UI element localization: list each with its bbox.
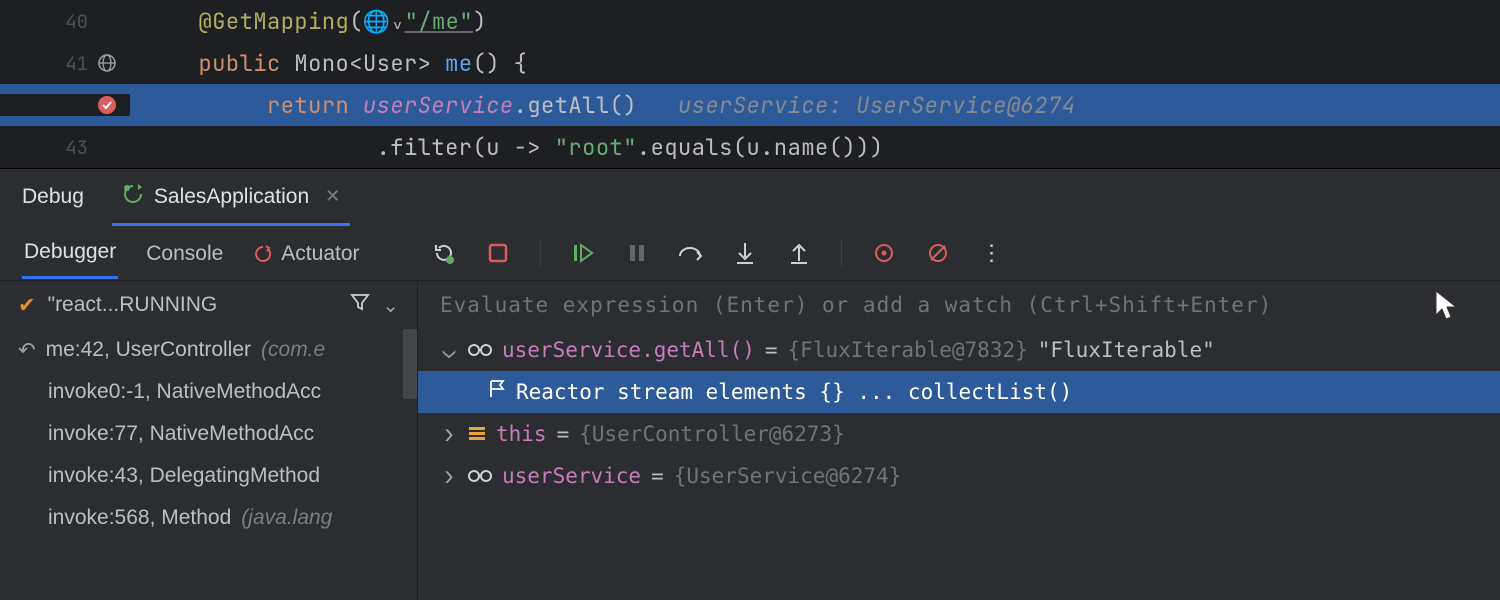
close-icon[interactable]: ✕ [325, 186, 340, 207]
step-out-icon[interactable] [785, 239, 813, 267]
run-config-tab[interactable]: SalesApplication ✕ [112, 169, 350, 226]
line-number: 40 [48, 9, 88, 34]
view-breakpoints-icon[interactable] [870, 239, 898, 267]
line-number: 41 [48, 51, 88, 76]
stack-frame[interactable]: invoke:568, Method (java.lang [0, 497, 417, 539]
more-icon[interactable]: ⋮ [978, 239, 1006, 267]
thread-label: "react...RUNNING [48, 293, 339, 317]
expand-icon[interactable] [440, 461, 458, 492]
mouse-cursor-icon [1428, 287, 1464, 334]
code-text: .filter(u -> "root".equals(u.name())) [130, 133, 1500, 162]
filter-icon[interactable] [350, 292, 370, 318]
code-text: @GetMapping(🌐ᵥ"/me") [130, 7, 1500, 36]
mute-breakpoints-icon[interactable] [924, 239, 952, 267]
pause-icon[interactable] [623, 239, 651, 267]
code-text: public Mono<User> me() { [130, 49, 1500, 78]
code-text: return userService.getAll() userService:… [130, 91, 1500, 120]
gutter: 43 [0, 135, 130, 160]
breakpoint-icon[interactable] [96, 94, 118, 116]
resume-icon[interactable] [569, 239, 597, 267]
code-line-42-current[interactable]: return userService.getAll() userService:… [0, 84, 1500, 126]
variable-row[interactable]: this = {UserController@6273} [418, 413, 1500, 455]
code-line-41[interactable]: 41 public Mono<User> me() { [0, 42, 1500, 84]
expand-icon[interactable] [440, 336, 458, 365]
stack-frame[interactable]: invoke:43, DelegatingMethod [0, 455, 417, 497]
debug-body: ✔ "react...RUNNING ⌄ ↶ me:42, UserContro… [0, 281, 1500, 600]
rerun-icon [122, 183, 144, 211]
gutter [0, 94, 130, 116]
check-icon: ✔ [18, 293, 36, 318]
separator [540, 239, 541, 267]
stack-frame[interactable]: invoke0:-1, NativeMethodAcc [0, 371, 417, 413]
step-over-icon[interactable] [677, 239, 705, 267]
debug-title: Debug [22, 185, 84, 209]
gutter: 41 [0, 51, 130, 76]
scrollbar[interactable] [403, 329, 417, 399]
step-into-icon[interactable] [731, 239, 759, 267]
stack-frame[interactable]: ↶ me:42, UserController (com.e [0, 329, 417, 371]
expand-icon[interactable] [440, 419, 458, 450]
variable-row[interactable]: userService.getAll() = {FluxIterable@783… [418, 329, 1500, 371]
tab-console[interactable]: Console [144, 228, 225, 278]
actuator-icon [253, 244, 273, 264]
code-editor[interactable]: 40 @GetMapping(🌐ᵥ"/me") 41 public Mono<U… [0, 0, 1500, 168]
watch-icon [468, 463, 492, 490]
chevron-down-icon[interactable]: ⌄ [382, 293, 399, 318]
watch-icon [468, 337, 492, 364]
variable-row-selected[interactable]: Reactor stream elements {} ... collectLi… [418, 371, 1500, 413]
web-icon[interactable] [96, 53, 118, 73]
undo-icon: ↶ [18, 338, 36, 363]
code-line-43[interactable]: 43 .filter(u -> "root".equals(u.name())) [0, 126, 1500, 168]
variables-panel: Evaluate expression (Enter) or add a wat… [418, 281, 1500, 600]
flag-icon [488, 379, 506, 406]
stack-frame[interactable]: invoke:77, NativeMethodAcc [0, 413, 417, 455]
restart-icon[interactable] [430, 239, 458, 267]
variable-row[interactable]: userService = {UserService@6274} [418, 455, 1500, 497]
code-line-40[interactable]: 40 @GetMapping(🌐ᵥ"/me") [0, 0, 1500, 42]
line-number: 43 [48, 135, 88, 160]
stop-icon[interactable] [484, 239, 512, 267]
frames-panel: ✔ "react...RUNNING ⌄ ↶ me:42, UserContro… [0, 281, 418, 600]
debug-header: Debug SalesApplication ✕ [0, 169, 1500, 225]
object-icon [468, 421, 486, 448]
thread-selector[interactable]: ✔ "react...RUNNING ⌄ [0, 281, 417, 329]
tab-debugger[interactable]: Debugger [22, 226, 118, 279]
debug-toolbar: Debugger Console Actuator ⋮ [0, 225, 1500, 281]
separator [841, 239, 842, 267]
inline-debug-value[interactable]: userService: UserService@6274 [678, 91, 1075, 120]
run-config-name: SalesApplication [154, 185, 309, 209]
globe-icon: 🌐ᵥ [363, 7, 405, 36]
evaluate-expression-input[interactable]: Evaluate expression (Enter) or add a wat… [418, 281, 1500, 329]
frames-list[interactable]: ↶ me:42, UserController (com.e invoke0:-… [0, 329, 417, 600]
tab-actuator[interactable]: Actuator [251, 228, 361, 278]
debug-tool-window: Debug SalesApplication ✕ Debugger Consol… [0, 168, 1500, 600]
gutter: 40 [0, 9, 130, 34]
